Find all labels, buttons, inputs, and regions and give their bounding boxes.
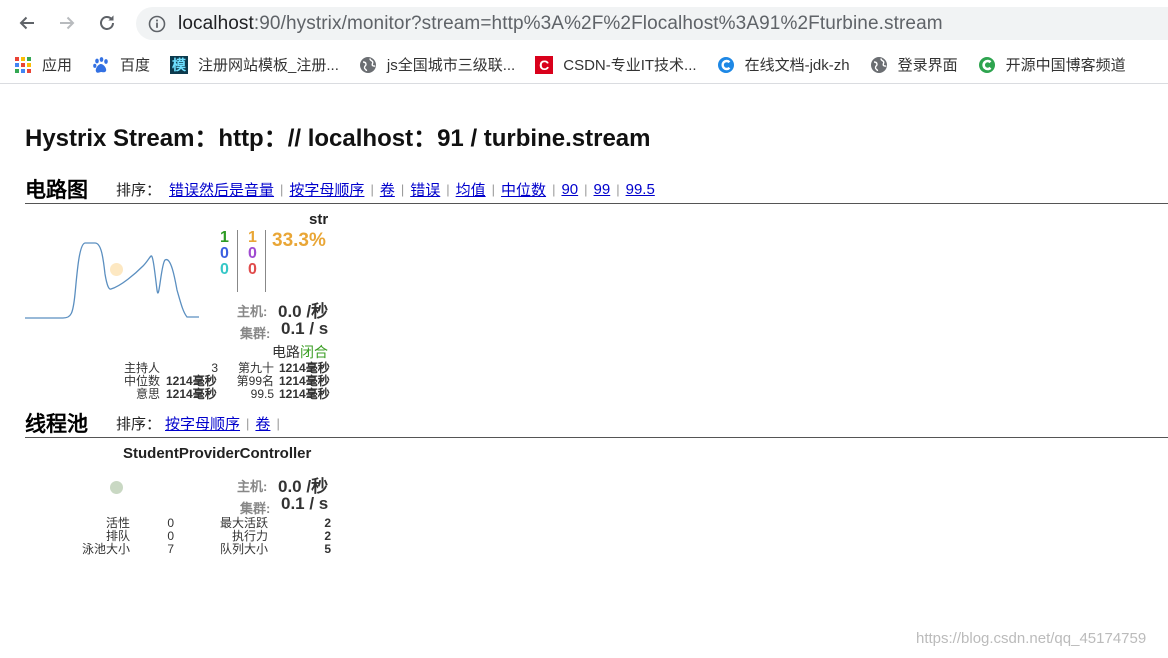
bookmark-login[interactable]: 登录界面 (860, 50, 968, 80)
bookmark-jdk-doc[interactable]: 在线文档-jdk-zh (707, 50, 860, 80)
count-failure: 0 (248, 261, 257, 278)
sort-separator: | (276, 416, 280, 431)
circuit-sparkline (25, 242, 199, 319)
cluster-rate-label: 集群: (240, 326, 271, 341)
circuit-sort-bar: 排序： 错误然后是音量 | 按字母顺序 | 卷 | 错误 | 均值 | 中位数 … (116, 179, 655, 200)
threadpool-section-header: 线程池 排序： 按字母顺序 | 卷 | (25, 408, 1168, 438)
browser-toolbar: localhost:90/hystrix/monitor?stream=http… (0, 0, 1168, 46)
globe-icon (359, 56, 377, 74)
bookmark-baidu[interactable]: 百度 (82, 50, 160, 80)
stat-queue-size-label: 队列大小 (219, 542, 268, 556)
bookmarks-bar: 应用 百度 模 注册网站模板_注册... js全国城市三级联... C CSDN… (0, 46, 1168, 84)
c-doc-icon (717, 56, 735, 74)
stat-pool-size-label: 泳池大小 (81, 542, 130, 556)
sort-median[interactable]: 中位数 (501, 179, 546, 200)
sort-p99[interactable]: 99 (594, 181, 611, 198)
sort-separator: | (552, 182, 556, 197)
threadpool-name: StudentProviderController (123, 445, 312, 462)
threadpool-health-bubble[interactable] (110, 481, 123, 494)
url-text[interactable]: localhost:90/hystrix/monitor?stream=http… (178, 13, 943, 35)
forward-button[interactable] (52, 8, 82, 38)
count-short-circuited: 0 (220, 245, 229, 262)
arrow-right-icon (60, 16, 75, 30)
pool-cluster-rate: 0.1 / s (281, 494, 329, 513)
stat-mean-label: 意思 (135, 387, 160, 401)
sort-p90[interactable]: 90 (561, 181, 578, 198)
stat-queue-size-value: 5 (324, 542, 331, 556)
sort-separator: | (491, 182, 496, 197)
circuit-status-value: 闭合 (300, 344, 328, 360)
bookmark-mo-template[interactable]: 模 注册网站模板_注册... (160, 50, 349, 80)
stat-mean-value: 1214毫秒 (166, 387, 217, 401)
circuit-status-label: 电路 (272, 344, 300, 360)
count-success: 1 (220, 229, 229, 246)
stat-p995-label: 99.5 (250, 387, 274, 401)
count-divider (265, 230, 266, 292)
info-icon[interactable] (148, 15, 166, 33)
sort-separator: | (446, 182, 450, 197)
watermark: https://blog.csdn.net/qq_45174759 (916, 630, 1147, 647)
globe-icon (870, 56, 888, 74)
address-bar[interactable]: localhost:90/hystrix/monitor?stream=http… (136, 7, 1168, 40)
bookmark-label: 在线文档-jdk-zh (744, 57, 850, 74)
pool-host-rate-label: 主机: (237, 479, 268, 494)
bookmark-apps[interactable]: 应用 (0, 50, 82, 80)
stat-p995-value: 1214毫秒 (279, 387, 330, 401)
sort-error[interactable]: 错误 (410, 179, 440, 200)
sort-alphabetical[interactable]: 按字母顺序 (289, 179, 364, 200)
host-rate-label: 主机: (237, 304, 268, 319)
sort-separator: | (616, 182, 620, 197)
circuit-health-bubble[interactable] (110, 263, 123, 276)
bookmark-js-city[interactable]: js全国城市三级联... (349, 50, 525, 80)
page-title: Hystrix Stream：http：// localhost：91 / tu… (25, 125, 651, 152)
bookmark-label: 注册网站模板_注册... (198, 57, 339, 74)
sort-separator: | (280, 182, 284, 197)
sort-separator: | (370, 182, 374, 197)
bookmark-csdn[interactable]: C CSDN-专业IT技术... (525, 50, 706, 80)
pool-sort-alphabetical[interactable]: 按字母顺序 (165, 413, 240, 434)
mo-template-icon: 模 (170, 55, 189, 74)
sort-separator: | (400, 182, 405, 197)
stat-pool-size-value: 7 (167, 542, 174, 556)
circuit-name: str (309, 211, 329, 228)
pool-sort-volume[interactable]: 卷 (255, 413, 270, 434)
reload-button[interactable] (92, 8, 122, 38)
sort-label: 排序： (116, 182, 162, 199)
count-divider (237, 230, 238, 292)
bookmark-oschina[interactable]: 开源中国博客频道 (968, 50, 1136, 80)
error-percentage: 33.3% (272, 230, 326, 251)
pool-cluster-rate-label: 集群: (240, 501, 271, 516)
bookmark-label: 应用 (42, 57, 73, 74)
bookmark-label: 开源中国博客频道 (1005, 57, 1126, 74)
count-timeout: 1 (248, 229, 257, 246)
oschina-icon (978, 56, 996, 74)
threadpool-heading: 线程池 (25, 413, 88, 436)
bookmark-label: 百度 (120, 57, 151, 74)
sort-volume[interactable]: 卷 (380, 179, 395, 200)
count-rejected: 0 (248, 245, 257, 262)
threadpool-sort-bar: 排序： 按字母顺序 | 卷 | (116, 413, 286, 434)
reload-icon (100, 15, 114, 30)
sort-separator: | (584, 182, 588, 197)
count-bad-request: 0 (220, 261, 229, 278)
arrow-left-icon (19, 16, 34, 30)
sort-separator: | (246, 416, 250, 431)
sort-error-then-volume[interactable]: 错误然后是音量 (169, 179, 274, 200)
bookmark-label: CSDN-专业IT技术... (563, 57, 697, 74)
sort-mean[interactable]: 均值 (456, 179, 486, 200)
csdn-icon: C (535, 55, 554, 74)
circuit-status: 电路闭合 (272, 342, 328, 362)
sort-label: 排序： (116, 416, 162, 433)
bookmark-label: 登录界面 (897, 57, 958, 74)
sort-p995[interactable]: 99.5 (626, 181, 655, 198)
bookmark-label: js全国城市三级联... (386, 57, 516, 74)
circuit-heading: 电路图 (25, 179, 88, 202)
apps-grid-icon (14, 56, 32, 74)
circuit-section-header: 电路图 排序： 错误然后是音量 | 按字母顺序 | 卷 | 错误 | 均值 | … (25, 174, 1168, 204)
baidu-paw-icon (92, 56, 110, 74)
cluster-rate: 0.1 / s (281, 319, 329, 338)
back-button[interactable] (12, 8, 42, 38)
